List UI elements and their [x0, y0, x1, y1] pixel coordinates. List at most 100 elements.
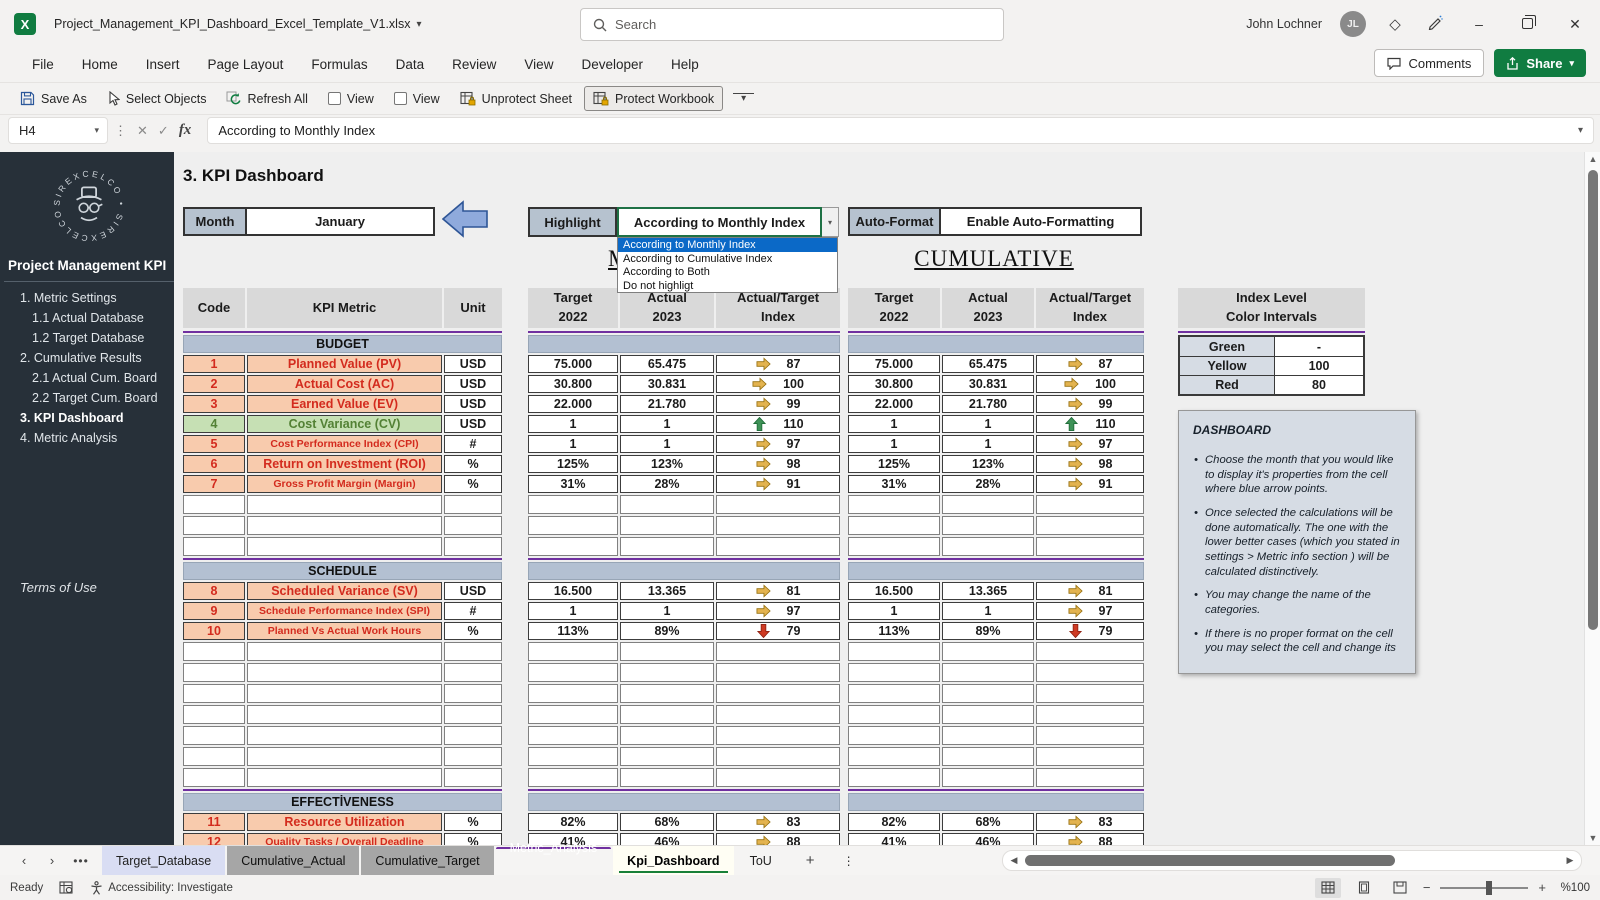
target-value-cell[interactable]: 82% — [848, 813, 940, 831]
target-value-cell[interactable]: 1 — [528, 415, 618, 433]
protect-workbook-button[interactable]: Protect Workbook — [584, 86, 724, 111]
accessibility-icon[interactable]: Accessibility: Investigate — [90, 880, 233, 895]
index-value-cell[interactable]: 97 — [1036, 435, 1144, 453]
empty-cell[interactable] — [444, 663, 502, 682]
avatar[interactable]: JL — [1340, 11, 1366, 37]
index-value-cell[interactable]: 110 — [1036, 415, 1144, 433]
page-layout-view-icon[interactable] — [1351, 878, 1377, 898]
kpi-metric-cell[interactable]: Quality Tasks / Overall Deadline — [247, 833, 442, 845]
empty-cell[interactable] — [848, 537, 940, 556]
empty-cell[interactable] — [942, 537, 1034, 556]
empty-cell[interactable] — [247, 516, 442, 535]
empty-cell[interactable] — [620, 768, 714, 787]
save-as-button[interactable]: Save As — [12, 87, 95, 110]
zoom-out-button[interactable]: − — [1423, 880, 1431, 895]
empty-cell[interactable] — [620, 663, 714, 682]
target-value-cell[interactable]: 16.500 — [848, 582, 940, 600]
empty-cell[interactable] — [848, 516, 940, 535]
empty-cell[interactable] — [942, 684, 1034, 703]
target-value-cell[interactable]: 30.800 — [848, 375, 940, 393]
scroll-down-icon[interactable]: ▼ — [1585, 833, 1600, 843]
index-value-cell[interactable]: 99 — [716, 395, 840, 413]
empty-cell[interactable] — [620, 495, 714, 514]
index-value-cell[interactable]: 97 — [716, 602, 840, 620]
empty-cell[interactable] — [716, 768, 840, 787]
empty-cell[interactable] — [528, 684, 618, 703]
kpi-unit-cell[interactable]: USD — [444, 415, 502, 433]
empty-cell[interactable] — [1036, 495, 1144, 514]
minimize-button[interactable]: – — [1464, 16, 1494, 32]
menu-view[interactable]: View — [510, 57, 567, 72]
checkbox-icon[interactable] — [327, 92, 341, 105]
empty-cell[interactable] — [716, 495, 840, 514]
empty-cell[interactable] — [247, 537, 442, 556]
zoom-in-button[interactable]: + — [1538, 880, 1546, 895]
kpi-metric-cell[interactable]: Schedule Performance Index (SPI) — [247, 602, 442, 620]
kpi-unit-cell[interactable]: % — [444, 455, 502, 473]
menu-review[interactable]: Review — [438, 57, 510, 72]
actual-value-cell[interactable]: 28% — [620, 475, 714, 493]
actual-value-cell[interactable]: 21.780 — [620, 395, 714, 413]
highlight-option-4[interactable]: Do not highligt — [618, 279, 837, 293]
kpi-metric-cell[interactable]: Cost Variance (CV) — [247, 415, 442, 433]
empty-cell[interactable] — [183, 768, 245, 787]
kpi-metric-cell[interactable]: Return on Investment (ROI) — [247, 455, 442, 473]
target-value-cell[interactable]: 1 — [528, 602, 618, 620]
scroll-right-icon[interactable]: ▶ — [1559, 855, 1581, 866]
kpi-code-cell[interactable]: 2 — [183, 375, 245, 393]
legend-value[interactable]: 80 — [1275, 376, 1363, 394]
index-value-cell[interactable]: 100 — [716, 375, 840, 393]
sidebar-item-1-2-target-database[interactable]: 1.2 Target Database — [4, 328, 174, 348]
highlight-dropdown-button[interactable]: ▾ — [822, 207, 839, 237]
target-value-cell[interactable]: 30.800 — [528, 375, 618, 393]
kpi-code-cell[interactable]: 4 — [183, 415, 245, 433]
index-value-cell[interactable]: 87 — [716, 355, 840, 373]
empty-cell[interactable] — [942, 516, 1034, 535]
empty-cell[interactable] — [848, 495, 940, 514]
index-value-cell[interactable]: 97 — [1036, 602, 1144, 620]
actual-value-cell[interactable]: 65.475 — [942, 355, 1034, 373]
empty-cell[interactable] — [942, 642, 1034, 661]
formula-expand-icon[interactable]: ▾ — [1578, 125, 1583, 136]
horizontal-scroll-thumb[interactable] — [1025, 855, 1395, 866]
empty-cell[interactable] — [444, 684, 502, 703]
page-break-view-icon[interactable] — [1387, 878, 1413, 898]
empty-cell[interactable] — [848, 684, 940, 703]
actual-value-cell[interactable]: 65.475 — [620, 355, 714, 373]
actual-value-cell[interactable]: 1 — [942, 602, 1034, 620]
target-value-cell[interactable]: 31% — [848, 475, 940, 493]
target-value-cell[interactable]: 125% — [528, 455, 618, 473]
empty-cell[interactable] — [528, 747, 618, 766]
empty-cell[interactable] — [444, 705, 502, 724]
kpi-metric-cell[interactable]: Earned Value (EV) — [247, 395, 442, 413]
kpi-unit-cell[interactable]: USD — [444, 355, 502, 373]
scroll-left-icon[interactable]: ◀ — [1003, 855, 1025, 866]
empty-cell[interactable] — [183, 495, 245, 514]
empty-cell[interactable] — [848, 726, 940, 745]
share-button[interactable]: Share ▾ — [1494, 49, 1586, 77]
actual-value-cell[interactable]: 1 — [620, 602, 714, 620]
empty-cell[interactable] — [444, 726, 502, 745]
toolbar-overflow-icon[interactable]: ▾ — [733, 93, 755, 104]
empty-cell[interactable] — [183, 537, 245, 556]
target-value-cell[interactable]: 1 — [528, 435, 618, 453]
empty-cell[interactable] — [183, 642, 245, 661]
menu-developer[interactable]: Developer — [567, 57, 657, 72]
empty-cell[interactable] — [942, 747, 1034, 766]
empty-cell[interactable] — [247, 663, 442, 682]
kpi-code-cell[interactable]: 6 — [183, 455, 245, 473]
kpi-code-cell[interactable]: 11 — [183, 813, 245, 831]
search-input[interactable]: Search — [580, 8, 1004, 41]
index-value-cell[interactable]: 88 — [716, 833, 840, 845]
next-sheet-icon[interactable]: › — [38, 853, 66, 868]
actual-value-cell[interactable]: 46% — [620, 833, 714, 845]
empty-cell[interactable] — [528, 663, 618, 682]
empty-cell[interactable] — [528, 537, 618, 556]
actual-value-cell[interactable]: 30.831 — [620, 375, 714, 393]
empty-cell[interactable] — [528, 705, 618, 724]
target-value-cell[interactable]: 31% — [528, 475, 618, 493]
empty-cell[interactable] — [848, 642, 940, 661]
checkbox-icon[interactable] — [393, 92, 407, 105]
target-value-cell[interactable]: 41% — [848, 833, 940, 845]
actual-value-cell[interactable]: 21.780 — [942, 395, 1034, 413]
